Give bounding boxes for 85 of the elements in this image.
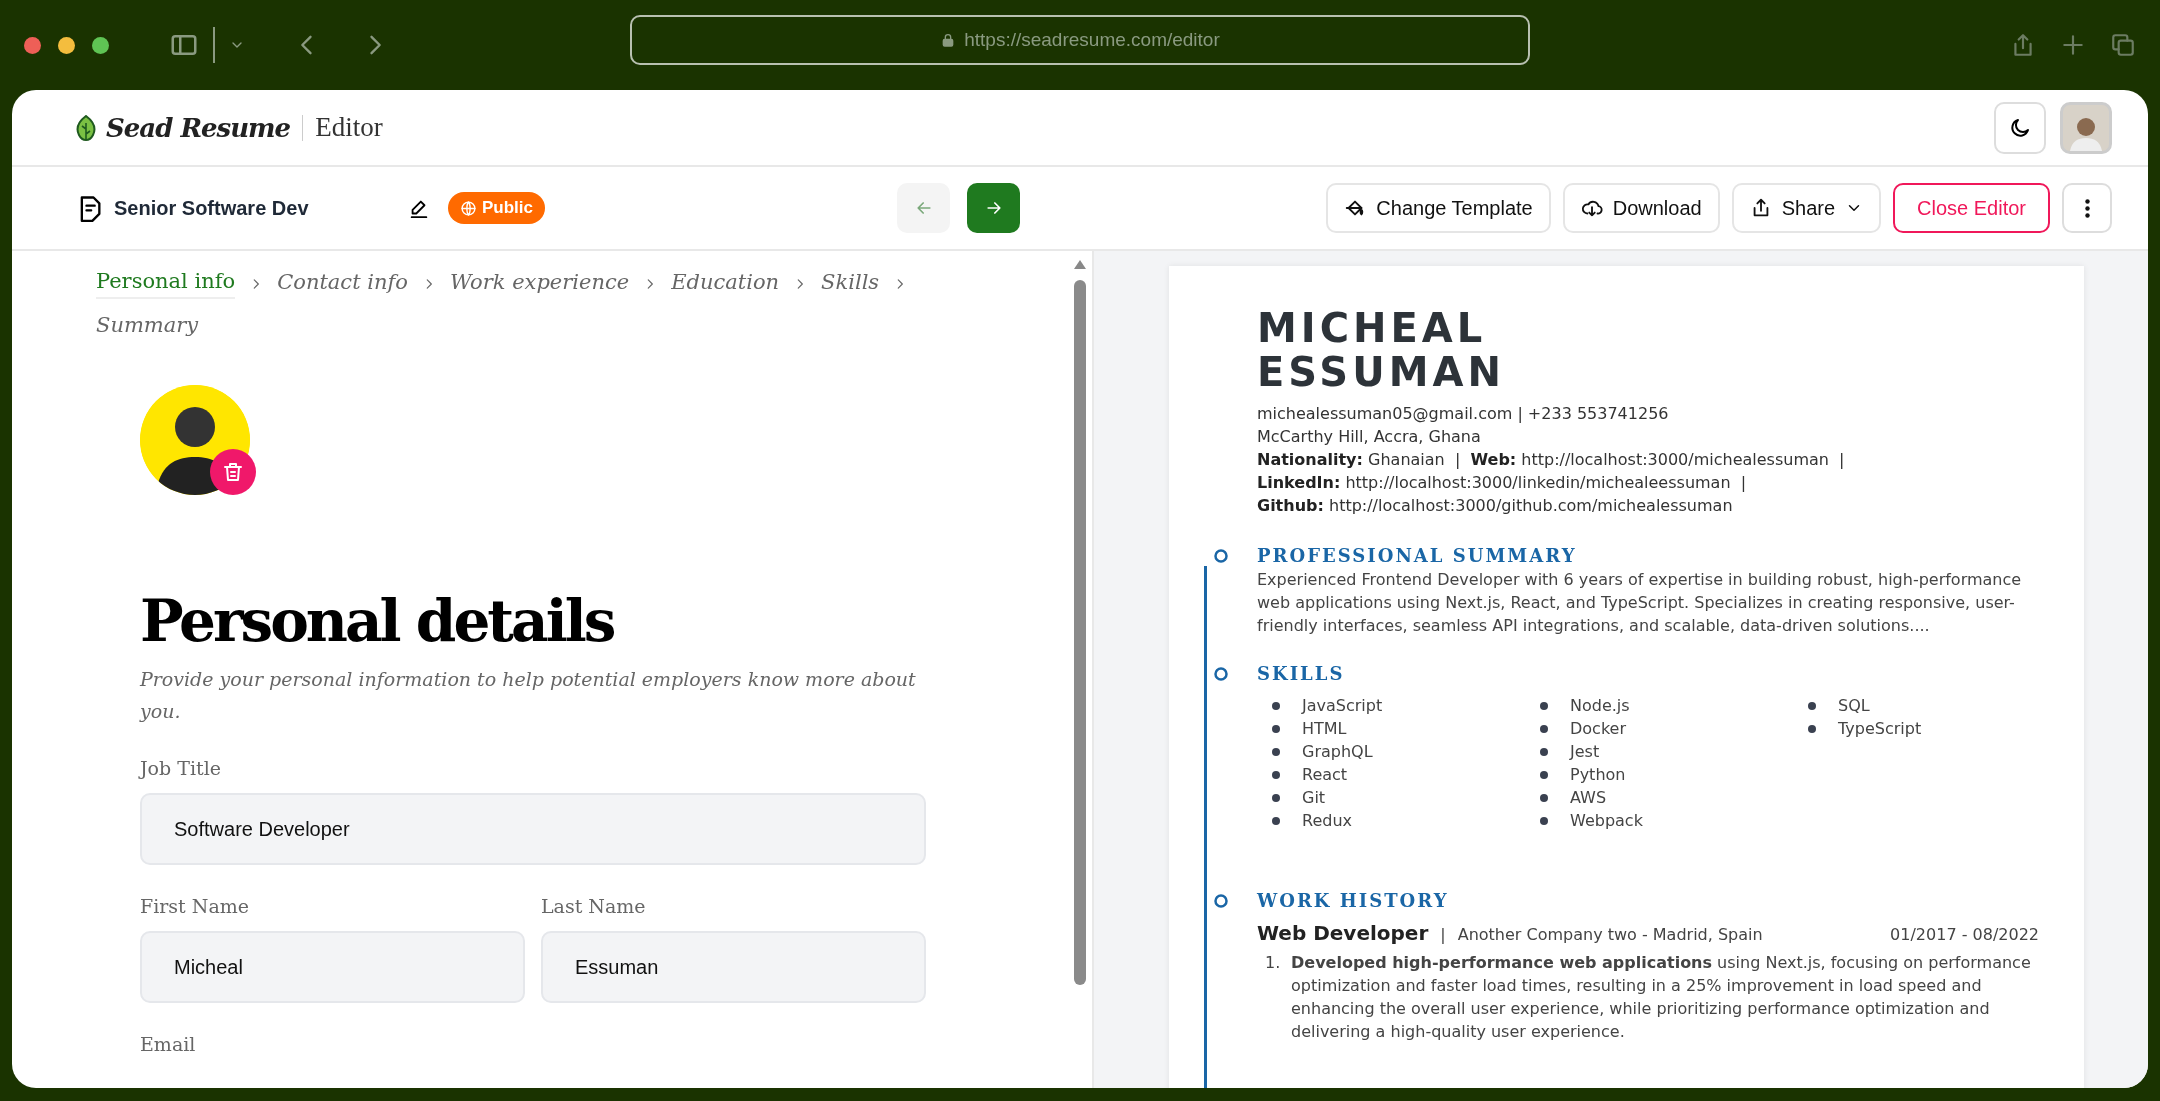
globe-icon [460,199,477,217]
field-label: Email [140,1033,196,1055]
job-company: Another Company two - Madrid, Spain [1457,925,1763,944]
bullet-icon [1808,701,1816,710]
resume-title: Senior Software Dev [114,196,310,220]
share-button[interactable]: Share [1731,183,1882,233]
list-number: 1. [1265,952,1281,974]
next-step-button[interactable] [967,183,1020,233]
job-dates: 01/2017 - 08/2022 [1890,925,2039,944]
job-bullet-text: Developed high-performance web applications using Next.js, focusing on performance optimization and faster load times, resulting in a 25% improvement in load speed and enhancing the overall user experience, while prioritizing performance optimization and delivering a high-quality user experience. [1291,952,2032,1043]
close-window-dot[interactable] [24,36,41,54]
bullet-icon [1272,701,1280,710]
skill-item: Python [1570,765,1626,784]
contact-line: McCarthy Hill, Accra, Ghana [1257,426,1482,448]
section-heading: SKILLS [1257,663,1346,684]
skill-item: JavaScript [1302,696,1383,715]
bullet-icon [1272,747,1280,756]
bullet-icon [1808,724,1816,733]
breadcrumb-link[interactable]: Work experience [449,270,630,298]
text-field[interactable]: Micheal [140,931,525,1003]
contact-line: Nationality: Ghanaian | Web: http://localhost:3000/michealessuman | [1257,449,1846,471]
text-field[interactable]: Software Developer [140,793,926,865]
more-options-button[interactable] [2062,183,2112,233]
user-avatar[interactable] [2060,101,2112,154]
summary-text: Experienced Frontend Developer with 6 years of expertise in building robust, high-performance web applications using Next.js, React, and TypeScript. Specializes in creating responsive, user-friendly interfaces, seamless API integrations, and scalable, data-driven solutions.... [1257,569,2023,637]
timeline-node-icon [1214,667,1228,681]
contact-line: michealessuman05@gmail.com | +233 553741256 [1257,403,1670,425]
bullet-icon [1540,701,1548,710]
timeline-node-icon [1214,549,1228,563]
skill-item: Node.js [1570,696,1630,715]
skill-item: AWS [1570,788,1607,807]
bullet-icon [1540,770,1548,779]
bullet-icon [1272,793,1280,802]
theme-toggle-button[interactable] [1994,101,2046,154]
section-title: Editor [315,112,383,143]
breadcrumb-link[interactable]: Contact info [277,270,408,298]
skill-item: Webpack [1570,811,1643,830]
plus-icon [2060,32,2086,58]
logo-text[interactable]: Sead Resume [106,112,291,143]
field-label: Last Name [541,895,647,917]
job-role: Web Developer [1257,921,1429,945]
section-heading: PROFESSIONAL SUMMARY [1257,545,1578,566]
contact-line: LinkedIn: http://localhost:3000/linkedin/michealeessuman | [1257,472,1748,494]
bullet-icon [1540,816,1548,825]
trash-icon [221,460,245,484]
breadcrumb-link[interactable]: Education [671,270,780,298]
bullet-icon [1272,816,1280,825]
minimize-window-dot[interactable] [58,36,75,54]
contact-line: Github: http://localhost:3000/github.com/michealessuman [1257,495,1734,517]
skill-item: Git [1302,788,1326,807]
resume-name: MICHEAL [1257,306,1488,350]
bullet-icon [1540,793,1548,802]
field-label: First Name [140,895,250,917]
page-heading: Personal details [140,587,615,655]
timeline-node-icon [1214,894,1228,908]
breadcrumb-link[interactable]: Summary [96,313,199,341]
vertical-dots-icon [2084,198,2090,218]
separator-text: | [1440,925,1446,944]
delete-photo-button[interactable] [210,449,256,495]
skill-item: Redux [1302,811,1352,830]
close-button[interactable]: Close Editor [1893,183,2050,233]
leaf-icon [74,114,98,141]
bullet-icon [1272,724,1280,733]
page-description: Provide your personal information to help potential employers know more about you. [140,667,917,724]
skill-item: React [1302,765,1348,784]
template-button[interactable]: Change Template [1326,183,1551,233]
skill-item: Jest [1570,742,1600,761]
skill-item: Docker [1570,719,1627,738]
tabs-icon [2110,32,2136,58]
breadcrumb-link[interactable]: Personal info [96,269,236,299]
skill-item: GraphQL [1302,742,1373,761]
maximize-window-dot[interactable] [92,36,109,54]
resume-name: ESSUMAN [1257,350,1506,394]
bullet-icon [1540,747,1548,756]
bullet-icon [1272,770,1280,779]
skill-item: TypeScript [1838,719,1922,738]
section-heading: WORK HISTORY [1257,890,1450,911]
bullet-icon [1540,724,1548,733]
skill-item: HTML [1302,719,1347,738]
text-field[interactable]: Essuman [541,931,926,1003]
skill-item: SQL [1838,696,1870,715]
breadcrumb-link[interactable]: Skills [821,270,880,298]
download-button[interactable]: Download [1562,183,1720,233]
url-text[interactable]: https://seadresume.com/editor [964,29,1220,51]
field-label: Job Title [140,757,222,779]
